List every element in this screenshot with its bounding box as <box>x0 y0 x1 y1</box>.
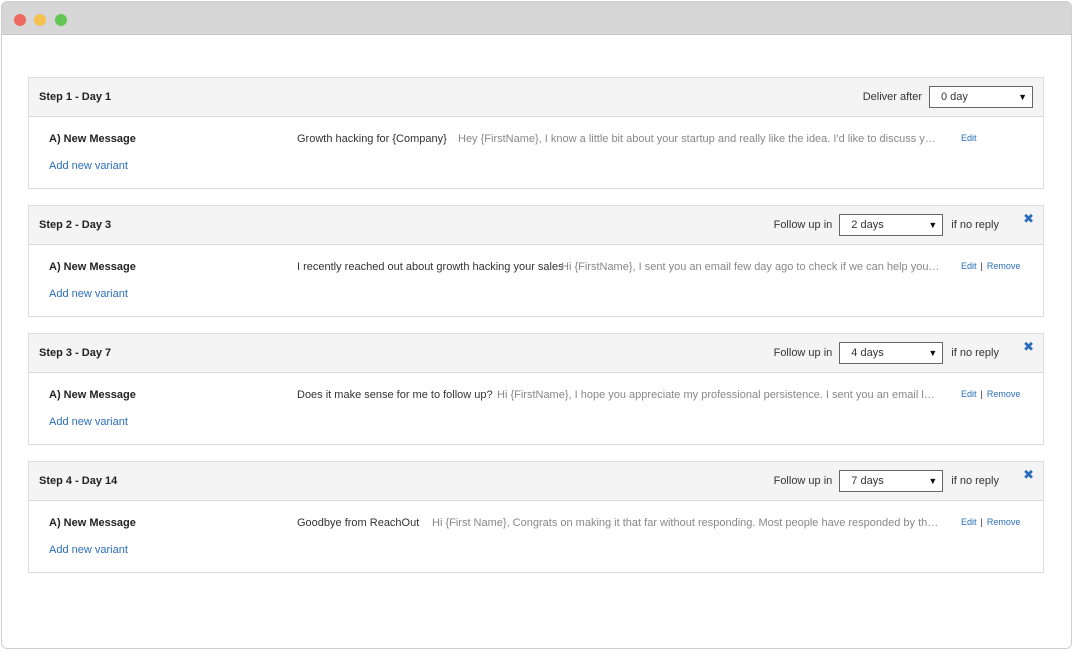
step-body: A) New Message Growth hacking for {Compa… <box>29 117 1043 188</box>
variant-name: A) New Message <box>49 261 136 273</box>
edit-link[interactable]: Edit <box>961 133 977 143</box>
message-preview: Hey {FirstName}, I know a little bit abo… <box>458 133 940 145</box>
message-preview: Hi {First Name}, Congrats on making it t… <box>432 517 940 529</box>
add-variant-link[interactable]: Add new variant <box>49 288 128 300</box>
step-delay-controls: Follow up in 4 days ▼ if no reply <box>774 342 999 364</box>
step-delay-controls: Follow up in 7 days ▼ if no reply <box>774 470 999 492</box>
close-icon[interactable]: ✖ <box>1023 212 1034 225</box>
step-title: Step 2 - Day 3 <box>39 219 112 231</box>
step-body: A) New Message Does it make sense for me… <box>29 373 1043 444</box>
chevron-down-icon: ▼ <box>928 220 938 230</box>
message-subject: Goodbye from ReachOut <box>297 517 420 529</box>
edit-link[interactable]: Edit <box>961 517 977 527</box>
message-actions: Edit <box>961 133 977 143</box>
edit-link[interactable]: Edit <box>961 261 977 271</box>
message-preview: Hi {FirstName}, I sent you an email few … <box>561 261 941 273</box>
delay-label: Follow up in <box>773 219 833 231</box>
add-variant-link[interactable]: Add new variant <box>49 160 128 172</box>
step-delay-controls: Deliver after 0 day ▼ <box>863 86 1033 108</box>
step-title: Step 1 - Day 1 <box>39 91 112 103</box>
variant-name: A) New Message <box>49 133 136 145</box>
close-icon[interactable]: ✖ <box>1023 468 1034 481</box>
step-header: Step 3 - Day 7 Follow up in 4 days ▼ if … <box>29 334 1043 373</box>
step-1: Step 1 - Day 1 Deliver after 0 day ▼ A) … <box>28 77 1044 189</box>
delay-select-value: 2 days <box>851 219 884 231</box>
step-2: Step 2 - Day 3 Follow up in 2 days ▼ if … <box>28 205 1044 317</box>
step-3: Step 3 - Day 7 Follow up in 4 days ▼ if … <box>28 333 1044 445</box>
step-title: Step 3 - Day 7 <box>39 347 112 359</box>
sequence-steps: Step 1 - Day 1 Deliver after 0 day ▼ A) … <box>28 77 1044 589</box>
delay-label: Follow up in <box>773 475 833 487</box>
chevron-down-icon: ▼ <box>1018 92 1027 102</box>
message-actions: Edit | Remove <box>961 261 1021 271</box>
no-reply-label: if no reply <box>951 475 999 487</box>
delay-select[interactable]: 4 days ▼ <box>839 342 944 364</box>
message-subject: Does it make sense for me to follow up? <box>297 389 493 401</box>
remove-link[interactable]: Remove <box>987 389 1021 399</box>
variant-name: A) New Message <box>49 517 136 529</box>
step-header: Step 1 - Day 1 Deliver after 0 day ▼ <box>29 78 1043 117</box>
chevron-down-icon: ▼ <box>928 348 938 358</box>
no-reply-label: if no reply <box>951 219 999 231</box>
maximize-window-button[interactable] <box>55 14 67 26</box>
delay-label: Follow up in <box>773 347 833 359</box>
delay-label: Deliver after <box>862 91 922 103</box>
minimize-window-button[interactable] <box>34 14 46 26</box>
step-4: Step 4 - Day 14 Follow up in 7 days ▼ if… <box>28 461 1044 573</box>
step-header: Step 4 - Day 14 Follow up in 7 days ▼ if… <box>29 462 1043 501</box>
delay-select-value: 7 days <box>851 475 884 487</box>
chevron-down-icon: ▼ <box>928 476 938 486</box>
step-title: Step 4 - Day 14 <box>39 475 118 487</box>
message-actions: Edit | Remove <box>961 517 1021 527</box>
message-subject: I recently reached out about growth hack… <box>297 261 564 273</box>
close-window-button[interactable] <box>14 14 26 26</box>
app-window: Step 1 - Day 1 Deliver after 0 day ▼ A) … <box>1 1 1072 649</box>
remove-link[interactable]: Remove <box>987 517 1021 527</box>
variant-name: A) New Message <box>49 389 136 401</box>
add-variant-link[interactable]: Add new variant <box>49 416 128 428</box>
add-variant-link[interactable]: Add new variant <box>49 544 128 556</box>
step-delay-controls: Follow up in 2 days ▼ if no reply <box>774 214 999 236</box>
message-subject: Growth hacking for {Company} <box>297 133 447 145</box>
delay-select-value: 0 day <box>941 91 968 103</box>
delay-select[interactable]: 2 days ▼ <box>839 214 944 236</box>
step-body: A) New Message Goodbye from ReachOut Hi … <box>29 501 1043 572</box>
edit-link[interactable]: Edit <box>961 389 977 399</box>
step-body: A) New Message I recently reached out ab… <box>29 245 1043 316</box>
message-preview: Hi {FirstName}, I hope you appreciate my… <box>497 389 940 401</box>
step-header: Step 2 - Day 3 Follow up in 2 days ▼ if … <box>29 206 1043 245</box>
delay-select-value: 4 days <box>851 347 884 359</box>
close-icon[interactable]: ✖ <box>1023 340 1034 353</box>
remove-link[interactable]: Remove <box>987 261 1021 271</box>
message-actions: Edit | Remove <box>961 389 1021 399</box>
no-reply-label: if no reply <box>951 347 999 359</box>
delay-select[interactable]: 7 days ▼ <box>839 470 944 492</box>
window-titlebar <box>2 2 1071 35</box>
delay-select[interactable]: 0 day ▼ <box>929 86 1033 108</box>
